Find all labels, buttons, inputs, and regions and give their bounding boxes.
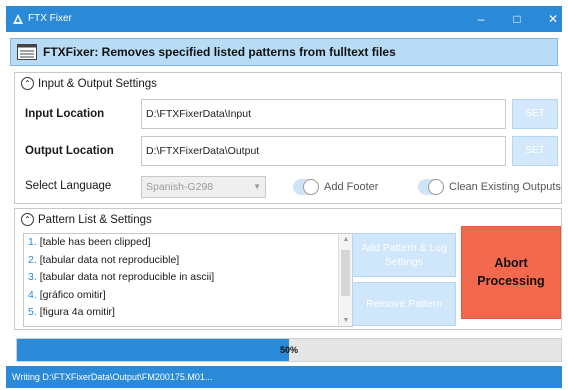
add-footer-toggle-group[interactable]: Add Footer (293, 179, 378, 195)
window-title: FTX Fixer (28, 13, 72, 24)
add-footer-toggle[interactable] (293, 179, 319, 195)
item-text: [table has been clipped] (39, 236, 151, 248)
progress-label: 50% (279, 345, 298, 355)
scroll-thumb[interactable] (341, 250, 350, 296)
title-bar: FTX Fixer – □ ✕ (6, 6, 562, 32)
list-item[interactable]: 5. [figura 4a omitir] (24, 304, 352, 322)
input-location-label: Input Location (25, 108, 105, 120)
output-location-label: Output Location (25, 145, 114, 157)
chevron-down-icon: ▼ (253, 182, 261, 191)
list-item[interactable]: 1. [table has been clipped] (24, 234, 352, 252)
input-set-button[interactable]: SET (512, 99, 558, 129)
item-number: 2. (28, 253, 37, 266)
add-pattern-button[interactable]: Add Pattern & Log Settings (352, 233, 456, 277)
pattern-settings-panel: ⌃ Pattern List & Settings 1. [table has … (14, 208, 562, 330)
maximize-icon[interactable]: □ (500, 8, 534, 30)
close-icon[interactable]: ✕ (536, 8, 568, 30)
scroll-down-icon[interactable]: ▼ (339, 317, 352, 324)
item-number: 3. (28, 271, 37, 283)
remove-pattern-button[interactable]: Remove Pattern (352, 282, 456, 326)
banner-title: FTXFixer: Removes specified listed patte… (43, 45, 396, 59)
input-location-field[interactable]: D:\FTXFixerData\Input (141, 99, 506, 129)
item-text: [tabular data not reproducible in ascii] (39, 271, 215, 283)
list-item[interactable]: 2. [tabular data not reproducible] (24, 252, 352, 270)
item-number: 1. (28, 236, 37, 248)
select-language-label: Select Language (25, 180, 112, 192)
item-text: [tabular data not reproducible] (39, 253, 180, 266)
progress-bar: 50% (16, 338, 562, 362)
item-number: 5. (28, 306, 37, 318)
status-bar: Writing D:\FTXFixerData\Output\FM200175.… (6, 366, 562, 388)
pattern-list[interactable]: 1. [table has been clipped] 2. [tabular … (23, 233, 353, 327)
add-footer-label: Add Footer (324, 181, 379, 193)
pattern-settings-header[interactable]: ⌃ Pattern List & Settings (21, 213, 152, 226)
io-settings-title: Input & Output Settings (38, 77, 157, 90)
collapse-icon[interactable]: ⌃ (21, 77, 34, 90)
scroll-up-icon[interactable]: ▲ (339, 236, 352, 243)
io-settings-panel: ⌃ Input & Output Settings Input Location… (14, 72, 562, 204)
output-set-button[interactable]: SET (512, 136, 558, 166)
minimize-icon[interactable]: – (464, 8, 498, 30)
clean-outputs-label: Clean Existing Outputs (449, 181, 561, 193)
abort-processing-button[interactable]: Abort Processing (461, 226, 561, 319)
language-select-value: Spanish-G298 (146, 181, 214, 193)
header-banner: FTXFixer: Removes specified listed patte… (10, 38, 558, 66)
collapse-icon[interactable]: ⌃ (21, 213, 34, 226)
list-item[interactable]: 3. [tabular data not reproducible in asc… (24, 269, 352, 287)
pattern-settings-title: Pattern List & Settings (38, 213, 152, 226)
io-settings-header[interactable]: ⌃ Input & Output Settings (21, 77, 157, 90)
item-number: 4. (28, 288, 37, 301)
language-select[interactable]: Spanish-G298 ▼ (141, 176, 266, 198)
window-list-icon (17, 44, 37, 60)
app-icon (13, 14, 23, 24)
output-location-field[interactable]: D:\FTXFixerData\Output (141, 136, 506, 166)
item-text: [gráfico omitir] (39, 288, 106, 301)
pattern-list-scrollbar[interactable]: ▲ ▼ (338, 234, 352, 326)
clean-outputs-toggle[interactable] (418, 179, 444, 195)
list-item[interactable]: 4. [gráfico omitir] (24, 287, 352, 305)
clean-outputs-toggle-group[interactable]: Clean Existing Outputs (418, 179, 561, 195)
item-text: [figura 4a omitir] (39, 306, 115, 318)
